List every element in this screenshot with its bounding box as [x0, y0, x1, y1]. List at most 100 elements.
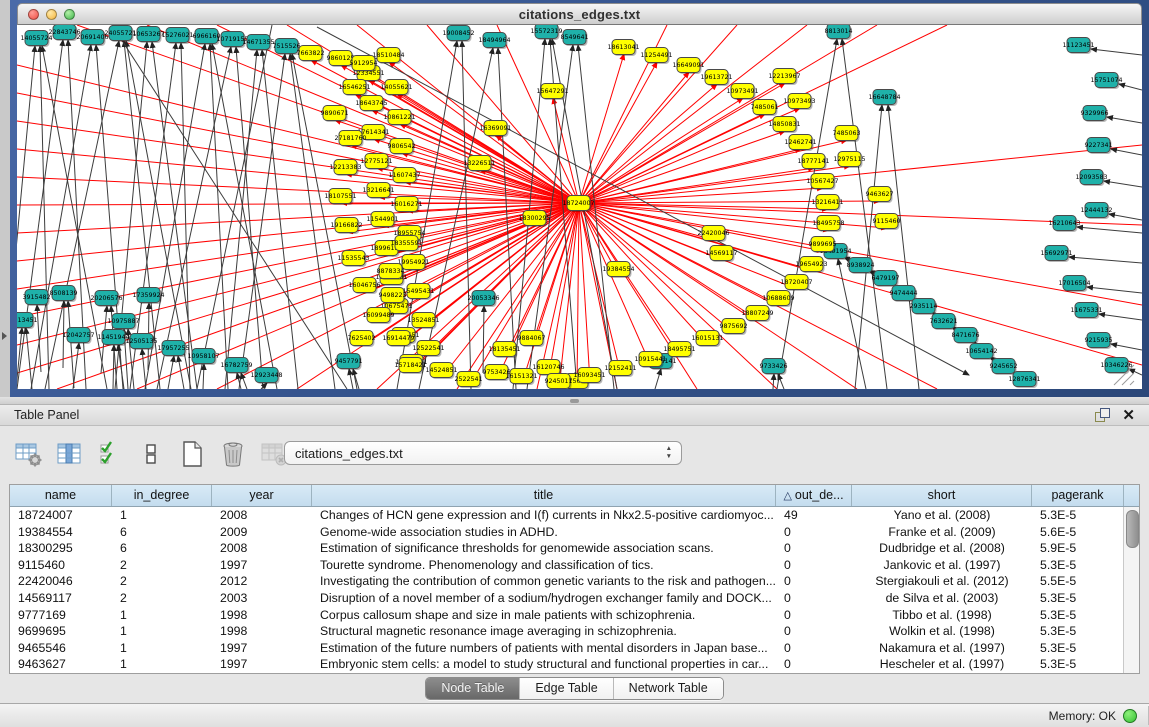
graph-node[interactable]: 13226511 [463, 156, 495, 173]
graph-node[interactable]: 17957255 [157, 341, 189, 358]
graph-node[interactable]: 16015131 [691, 331, 723, 348]
graph-node[interactable]: 10861221 [383, 110, 415, 127]
graph-node[interactable]: 9733426 [759, 359, 787, 376]
graph-node[interactable]: 8508139 [49, 286, 77, 303]
column-header-short[interactable]: short [852, 485, 1032, 506]
graph-node[interactable]: 9245011 [544, 374, 572, 390]
table-settings-icon[interactable] [14, 439, 42, 469]
scrollbar-thumb[interactable] [1126, 510, 1139, 548]
table-row[interactable]: 946362711997Embryonic stem cells: a mode… [10, 656, 1123, 673]
graph-node[interactable]: 15572319 [530, 25, 562, 40]
graph-node[interactable]: 11535543 [337, 251, 369, 268]
graph-node[interactable]: 7485063 [832, 126, 860, 143]
graph-node[interactable]: 10973493 [783, 94, 815, 111]
column-header-title[interactable]: title [312, 485, 776, 506]
graph-node[interactable]: 15647291 [536, 84, 568, 101]
graph-node[interactable]: 20206576 [90, 291, 122, 308]
graph-node[interactable]: 17359924 [132, 288, 164, 305]
horizontal-splitter[interactable] [0, 397, 1149, 404]
table-row[interactable]: 977716911998Corpus callosum shape and si… [10, 607, 1123, 624]
graph-node[interactable]: 14569117 [705, 246, 737, 263]
graph-node[interactable]: 8471676 [951, 328, 979, 345]
graph-node[interactable]: 11675331 [1070, 303, 1102, 320]
graph-node[interactable]: 19384554 [602, 262, 634, 279]
graph-node[interactable]: 18613041 [607, 40, 639, 57]
graph-node[interactable]: 12975115 [833, 152, 865, 169]
graph-node[interactable]: 15692971 [1040, 246, 1072, 263]
graph-node[interactable]: 18643745 [355, 96, 387, 113]
graph-node[interactable]: 8878334 [376, 264, 404, 281]
graph-node[interactable]: 9457791 [334, 354, 362, 371]
graph-node[interactable]: 7663822 [296, 46, 324, 63]
graph-node[interactable]: 6479197 [871, 271, 899, 288]
graph-node[interactable]: 10915441 [634, 352, 666, 369]
table-row[interactable]: 1872400712008Changes of HCN gene express… [10, 507, 1123, 524]
graph-node[interactable]: 16016271 [390, 197, 422, 214]
graph-node[interactable]: 8813014 [824, 25, 852, 40]
graph-node[interactable]: 7625402 [347, 331, 375, 348]
graph-node[interactable]: 15495431 [402, 284, 434, 301]
graph-node[interactable]: 16210643 [1048, 216, 1080, 233]
graph-node[interactable]: 15718421 [394, 358, 426, 375]
graph-node[interactable]: 13216641 [362, 183, 394, 200]
citation-graph[interactable]: 1405572422843746206914062405572110653267… [17, 25, 1142, 389]
graph-node[interactable]: 9245652 [989, 359, 1017, 376]
graph-node[interactable]: 16914479 [382, 331, 414, 348]
table-selector-dropdown[interactable]: citations_edges.txt ▲ ▼ [284, 441, 682, 465]
graph-node[interactable]: 12462741 [784, 135, 816, 152]
tab-network-table[interactable]: Network Table [614, 678, 723, 699]
graph-node[interactable]: 12775121 [360, 154, 392, 171]
graph-node[interactable]: 7485061 [750, 100, 778, 117]
graph-node[interactable]: 12093583 [1075, 170, 1107, 187]
graph-node[interactable]: 18720407 [780, 275, 812, 292]
graph-node[interactable]: 12213967 [768, 69, 800, 86]
graph-node[interactable]: 12876341 [1008, 372, 1040, 389]
column-chooser-icon[interactable] [55, 439, 83, 469]
graph-node[interactable]: 15751074 [1090, 73, 1122, 90]
graph-node[interactable]: 19613721 [700, 70, 732, 87]
graph-node[interactable]: 16648784 [868, 90, 900, 107]
graph-node[interactable]: 7632621 [929, 314, 957, 331]
graph-node[interactable]: 13524851 [407, 313, 439, 330]
graph-node[interactable]: 14055621 [380, 80, 412, 97]
network-window-titlebar[interactable]: citations_edges.txt [17, 3, 1142, 25]
graph-node[interactable]: 18494964 [478, 33, 510, 50]
graph-node[interactable]: 19166822 [330, 218, 362, 235]
memory-status-icon[interactable] [1123, 709, 1137, 723]
graph-node[interactable]: 2522541 [454, 372, 482, 389]
delete-table-icon[interactable] [219, 439, 247, 469]
graph-node[interactable]: 8549641 [560, 30, 588, 47]
graph-node[interactable]: 16782759 [220, 358, 252, 375]
graph-node[interactable]: 12444132 [1080, 203, 1112, 220]
vertical-scrollbar[interactable] [1123, 507, 1139, 673]
graph-node[interactable]: 5912954 [349, 56, 377, 73]
graph-node[interactable]: 9463627 [865, 187, 893, 204]
graph-node[interactable]: 18807249 [741, 306, 773, 323]
float-window-icon[interactable] [1095, 408, 1109, 422]
graph-node[interactable]: 10653267 [132, 27, 164, 44]
graph-node[interactable]: 15276021 [161, 28, 193, 45]
graph-node[interactable]: 18135451 [488, 342, 520, 359]
graph-node[interactable]: 9899695 [808, 237, 836, 254]
table-row[interactable]: 946554611997Estimation of the future num… [10, 640, 1123, 657]
graph-node[interactable]: 9215935 [1084, 333, 1112, 350]
graph-node[interactable]: 10654142 [965, 344, 997, 361]
graph-node[interactable]: 18107551 [324, 189, 356, 206]
table-row[interactable]: 1830029562008Estimation of significance … [10, 540, 1123, 557]
graph-node[interactable]: 9498223 [378, 288, 406, 305]
graph-node[interactable]: 9806542 [387, 139, 415, 156]
graph-node[interactable]: 9890671 [320, 106, 348, 123]
tab-node-table[interactable]: Node Table [426, 678, 520, 699]
table-row[interactable]: 911546021997Tourette syndrome. Phenomeno… [10, 557, 1123, 574]
graph-node[interactable]: 14671355 [242, 35, 274, 52]
splitter-grip[interactable] [570, 399, 579, 403]
graph-node[interactable]: 19008452 [442, 26, 474, 43]
select-all-icon[interactable] [96, 439, 124, 469]
table-row[interactable]: 969969511998Structural magnetic resonanc… [10, 623, 1123, 640]
graph-node[interactable]: 14524851 [425, 363, 457, 380]
graph-node[interactable]: 16649091 [672, 58, 704, 75]
graph-node[interactable]: 11254491 [640, 48, 672, 65]
graph-node[interactable]: 2935114 [909, 299, 937, 316]
column-header-name[interactable]: name [10, 485, 112, 506]
graph-node[interactable]: 16546251 [338, 80, 370, 97]
